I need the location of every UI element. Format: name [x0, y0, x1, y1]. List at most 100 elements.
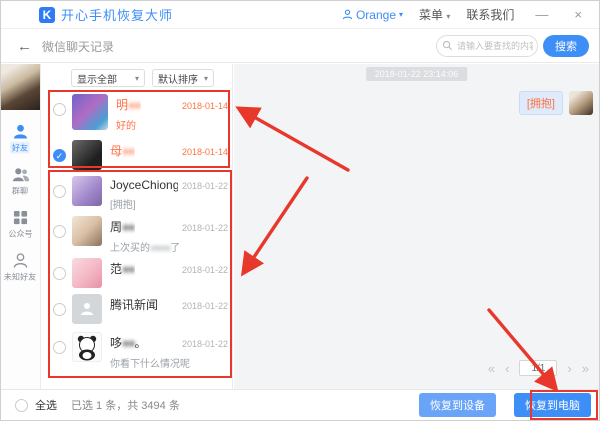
contact-row[interactable]: ✓ 母●● 2018-01-14: [51, 140, 228, 170]
contact-list-panel: 显示全部 ▾ 默认排序 ▾ 明●● 2018-01-14 好的 ✓: [41, 64, 233, 389]
contact-avatar: [72, 332, 102, 362]
close-button[interactable]: ×: [569, 7, 587, 22]
user-account-menu[interactable]: Orange ▾: [342, 8, 403, 22]
last-page-button[interactable]: »: [582, 361, 589, 376]
pagination: « ‹ 1/1 › »: [488, 360, 589, 376]
censored-text: ●●: [122, 262, 135, 276]
contact-date: 2018-01-22: [182, 301, 228, 311]
app-logo-icon: K: [39, 7, 55, 23]
search-button[interactable]: 搜索: [543, 35, 589, 57]
contact-avatar: [72, 216, 102, 246]
censored-text: ●●●●: [150, 243, 170, 254]
unknown-friend-icon: [12, 253, 29, 268]
group-chat-icon: [12, 167, 30, 182]
filter-dropdown[interactable]: 显示全部 ▾: [71, 69, 145, 87]
user-icon: [342, 9, 353, 20]
minimize-button[interactable]: —: [530, 7, 553, 22]
left-sidebar: 好友 群聊 公众号 未知好友: [1, 64, 41, 389]
friend-icon: [12, 124, 29, 139]
menu-dropdown[interactable]: 菜单 ▾: [419, 6, 450, 23]
app-title: 开心手机恢复大师: [61, 5, 173, 24]
app-window: K 开心手机恢复大师 Orange ▾ 菜单 ▾ 联系我们 — × ← 微信聊天…: [0, 0, 600, 421]
recover-to-device-button[interactable]: 恢复到设备: [419, 393, 496, 417]
chat-message-row: [拥抱]: [519, 91, 593, 115]
next-page-button[interactable]: ›: [567, 361, 571, 376]
back-button[interactable]: ←: [17, 38, 32, 55]
sidebar-item-official-accounts[interactable]: 公众号: [1, 210, 40, 240]
footer-bar: 全选 已选 1 条，共 3494 条 恢复到设备 恢复到电脑: [1, 389, 599, 420]
contact-date: 2018-01-22: [182, 181, 228, 191]
chevron-down-icon: ▾: [204, 74, 208, 83]
panda-avatar-icon: [73, 333, 101, 361]
contact-name: 母: [110, 144, 122, 158]
censored-text: ●●: [122, 144, 135, 158]
user-name: Orange: [356, 8, 396, 22]
recover-to-computer-button[interactable]: 恢复到电脑: [514, 393, 591, 417]
sidebar-item-label: 未知好友: [4, 271, 36, 283]
contact-checkbox[interactable]: [53, 303, 66, 316]
grid-icon: [13, 210, 28, 225]
sidebar-item-label: 好友: [11, 142, 31, 154]
contact-row[interactable]: 哆●●。 2018-01-22 你看下什么情况呢: [51, 332, 228, 370]
contact-checkbox[interactable]: [53, 185, 66, 198]
contact-date: 2018-01-22: [182, 265, 228, 275]
contact-row[interactable]: 腾讯新闻 2018-01-22: [51, 294, 228, 324]
contact-name: 范: [110, 262, 122, 276]
contact-name: 周: [110, 220, 122, 234]
contact-checkbox[interactable]: [53, 103, 66, 116]
contact-avatar: [72, 94, 108, 130]
contact-checkbox[interactable]: [53, 225, 66, 238]
chat-bubble: [拥抱]: [519, 91, 563, 115]
default-avatar-icon: [79, 301, 95, 317]
contact-last-message: 上次买的●●●●了: [110, 239, 228, 254]
menu-label: 菜单: [419, 8, 443, 22]
selection-info: 已选 1 条，共 3494 条: [71, 397, 180, 413]
contact-row[interactable]: 周●● 2018-01-22 上次买的●●●●了: [51, 216, 228, 254]
page-indicator[interactable]: 1/1: [519, 360, 557, 376]
title-bar: K 开心手机恢复大师 Orange ▾ 菜单 ▾ 联系我们 — ×: [1, 1, 599, 29]
user-avatar[interactable]: [1, 64, 40, 110]
contact-row[interactable]: 范●● 2018-01-22: [51, 258, 228, 288]
contact-date: 2018-01-22: [182, 223, 228, 233]
contact-date: 2018-01-14: [182, 101, 228, 111]
chevron-down-icon: ▾: [446, 12, 450, 21]
chat-sender-avatar: [569, 91, 593, 115]
contact-row[interactable]: 明●● 2018-01-14 好的: [51, 94, 228, 132]
chat-timestamp: 2018-01-22 23:14:06: [366, 67, 468, 81]
page-title: 微信聊天记录: [42, 38, 114, 55]
sort-dropdown-value: 默认排序: [158, 71, 198, 86]
contact-last-message: 好的: [116, 117, 228, 132]
contact-avatar: [72, 140, 102, 170]
sidebar-item-label: 公众号: [8, 228, 32, 240]
sidebar-item-groups[interactable]: 群聊: [1, 167, 40, 197]
sidebar-item-friends[interactable]: 好友: [1, 124, 40, 154]
first-page-button[interactable]: «: [488, 361, 495, 376]
filter-dropdown-value: 显示全部: [77, 71, 117, 86]
contact-date: 2018-01-22: [182, 339, 228, 349]
contact-name: 哆: [110, 336, 122, 350]
contact-avatar: [72, 294, 102, 324]
message-text: 了: [170, 243, 180, 254]
contact-row[interactable]: JoyceChiong 2018-01-22 [拥抱]: [51, 176, 228, 211]
censored-text: ●●: [122, 220, 135, 234]
sub-header: ← 微信聊天记录 搜索: [1, 30, 599, 63]
contact-checkbox[interactable]: [53, 267, 66, 280]
sidebar-item-unknown-friends[interactable]: 未知好友: [1, 253, 40, 283]
select-all-checkbox[interactable]: [15, 399, 28, 412]
censored-text: ●●: [128, 98, 141, 112]
chevron-down-icon: ▾: [135, 74, 139, 83]
contact-name: JoyceChiong: [110, 178, 178, 192]
contact-last-message: [拥抱]: [110, 196, 228, 211]
contact-checkbox-checked[interactable]: ✓: [53, 149, 66, 162]
prev-page-button[interactable]: ‹: [505, 361, 509, 376]
chevron-down-icon: ▾: [399, 10, 403, 19]
search-icon: [442, 40, 453, 51]
contact-name: 腾讯新闻: [110, 296, 158, 313]
contact-checkbox[interactable]: [53, 341, 66, 354]
select-all-label[interactable]: 全选: [35, 397, 57, 413]
sort-dropdown[interactable]: 默认排序 ▾: [152, 69, 214, 87]
contact-last-message: 你看下什么情况呢: [110, 355, 228, 370]
contact-avatar: [72, 176, 102, 206]
contact-us-link[interactable]: 联系我们: [466, 6, 514, 23]
message-text: 上次买的: [110, 243, 150, 254]
